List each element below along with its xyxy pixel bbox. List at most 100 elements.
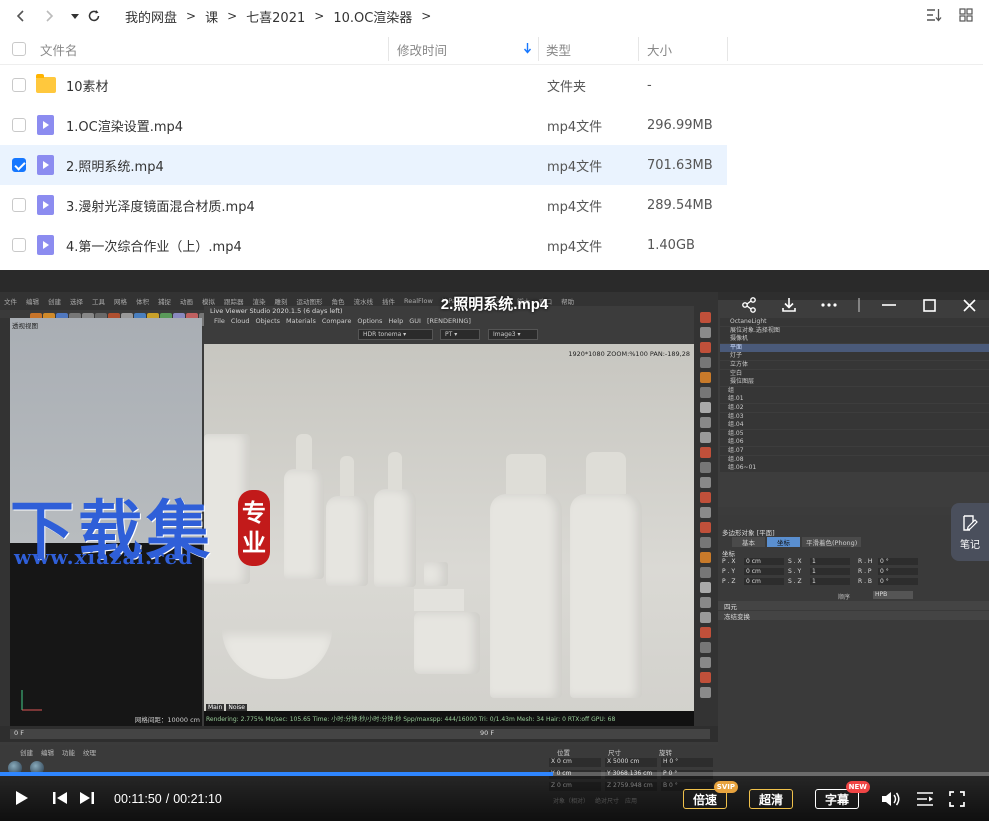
live-viewer-menu-item: Options <box>357 317 383 325</box>
object-name: 组.02 <box>728 404 744 411</box>
column-header-type[interactable]: 类型 <box>546 33 571 65</box>
column-header-size[interactable]: 大小 <box>647 33 672 65</box>
file-row-selected[interactable]: 2.照明系统.mp4 mp4文件 701.63MB <box>0 145 727 185</box>
notes-button[interactable]: 笔记 <box>951 503 989 561</box>
coord-label: P . Y <box>722 568 736 575</box>
render-jar <box>414 612 480 674</box>
close-icon <box>962 298 976 312</box>
breadcrumb-item-current[interactable]: 10.OC渲染器 <box>333 7 412 26</box>
share-button[interactable] <box>729 292 769 318</box>
object-row: 立方体 <box>720 361 989 369</box>
c4d-tool-icon <box>700 642 711 653</box>
watermark-url: www.xiazai.red <box>14 545 194 569</box>
playlist-icon <box>917 792 933 806</box>
subtitle-button[interactable]: 字幕 NEW <box>815 781 870 809</box>
breadcrumb-item-qixi[interactable]: 七喜2021 <box>246 7 305 26</box>
coord-value: 0 cm <box>744 568 784 575</box>
download-button[interactable] <box>769 292 809 318</box>
file-row[interactable]: 10素材 文件夹 - <box>0 65 727 105</box>
row-checkbox[interactable] <box>12 238 26 252</box>
c4d-tool-icon <box>700 522 711 533</box>
sort-button[interactable] <box>925 6 943 24</box>
object-row: OctaneLight <box>720 318 989 326</box>
next-button[interactable] <box>77 788 97 808</box>
order-label: 顺序 <box>838 594 851 601</box>
object-row: 组.08 <box>720 455 989 464</box>
coord-value: 0 cm <box>744 578 784 585</box>
object-name: 组.06~01 <box>728 464 757 472</box>
object-row: 摄像机 <box>720 335 989 344</box>
c4d-tool-icon <box>700 342 711 353</box>
file-name[interactable]: 10素材 <box>66 65 109 105</box>
column-header-name[interactable]: 文件名 <box>40 33 78 65</box>
subtitle-label: 字幕 <box>824 792 849 807</box>
object-name: 灯子 <box>730 352 743 360</box>
breadcrumb-separator-icon: > <box>314 9 325 23</box>
render-tabs: Main Noise <box>206 704 247 711</box>
seal-char: 业 <box>242 528 266 557</box>
c4d-tool-icon <box>700 447 711 458</box>
volume-button[interactable] <box>880 788 902 810</box>
file-name[interactable]: 1.OC渲染设置.mp4 <box>66 105 183 145</box>
speed-button[interactable]: 倍速 SVIP <box>683 781 738 809</box>
fullscreen-button[interactable] <box>946 788 968 810</box>
c4d-tool-icon <box>700 582 711 593</box>
live-viewer-menu: File Cloud Objects Materials Compare Options H… <box>214 317 471 325</box>
quality-button[interactable]: 超清 <box>749 789 793 809</box>
column-divider[interactable] <box>538 37 539 61</box>
row-checkbox[interactable] <box>12 118 26 132</box>
xform-field: X 0 cm <box>549 758 601 767</box>
row-checkbox[interactable] <box>12 78 26 92</box>
select-all-checkbox[interactable] <box>12 42 26 56</box>
coord-value: 0 cm <box>744 558 784 565</box>
breadcrumb-item-course[interactable]: 课 <box>205 7 218 26</box>
xform-header: 尺寸 <box>608 749 621 757</box>
object-name: 摄像机 <box>730 335 749 343</box>
order-value: HPB <box>873 591 913 599</box>
video-player[interactable]: 文件 编辑 创建 选择 工具 网格 体积 捕捉 动画 模拟 跟踪器 渲染 雕刻 运动图形 角色 流水线 插件 Re… <box>0 270 989 821</box>
file-row[interactable]: 1.OC渲染设置.mp4 mp4文件 296.99MB <box>0 105 727 145</box>
file-type: mp4文件 <box>547 199 603 215</box>
playlist-button[interactable] <box>914 788 936 810</box>
breadcrumb-item-root[interactable]: 我的网盘 <box>125 7 177 26</box>
back-button[interactable] <box>8 3 34 29</box>
video-file-icon <box>37 115 54 135</box>
file-name[interactable]: 3.漫射光泽度镜面混合材质.mp4 <box>66 185 255 225</box>
play-button[interactable] <box>12 788 32 808</box>
quat-section: 四元 <box>718 601 989 611</box>
maximize-button[interactable] <box>909 292 949 318</box>
object-name: 组.07 <box>728 447 744 454</box>
row-checkbox-checked[interactable] <box>12 158 26 172</box>
row-checkbox[interactable] <box>12 198 26 212</box>
divider-icon <box>858 298 860 312</box>
previous-button[interactable] <box>50 788 70 808</box>
video-file-icon <box>37 195 54 215</box>
file-name[interactable]: 2.照明系统.mp4 <box>66 145 164 185</box>
c4d-tool-icon <box>700 672 711 683</box>
column-divider[interactable] <box>638 37 639 61</box>
column-header-modified[interactable]: 修改时间 <box>397 33 447 65</box>
refresh-button[interactable] <box>81 3 107 29</box>
xform-field: X 5000 cm <box>605 758 657 767</box>
attr-tab-coord: 坐标 <box>767 537 800 547</box>
seal-char: 专 <box>242 498 266 527</box>
live-viewer-menu-item: Help <box>388 317 404 325</box>
forward-button[interactable] <box>36 3 62 29</box>
more-button[interactable] <box>809 292 849 318</box>
file-row[interactable]: 3.漫射光泽度镜面混合材质.mp4 mp4文件 289.54MB <box>0 185 727 225</box>
file-name[interactable]: 4.第一次综合作业（上）.mp4 <box>66 225 242 265</box>
c4d-right-tool-strip <box>694 306 718 726</box>
object-row: 组.06~01 <box>720 464 989 473</box>
object-row: 灯子 <box>720 352 989 361</box>
coord-value: 0 ° <box>878 568 918 575</box>
file-row[interactable]: 4.第一次综合作业（上）.mp4 mp4文件 1.40GB <box>0 225 727 265</box>
c4d-tool-icon <box>700 327 711 338</box>
grid-view-button[interactable] <box>957 6 975 24</box>
column-divider[interactable] <box>727 37 728 61</box>
minimize-button[interactable] <box>869 292 909 318</box>
render-tab-main[interactable]: Main <box>206 704 225 711</box>
column-divider[interactable] <box>388 37 389 61</box>
render-tab-noise[interactable]: Noise <box>226 704 247 711</box>
close-button[interactable] <box>949 292 989 318</box>
object-name: 组.03 <box>728 412 744 420</box>
